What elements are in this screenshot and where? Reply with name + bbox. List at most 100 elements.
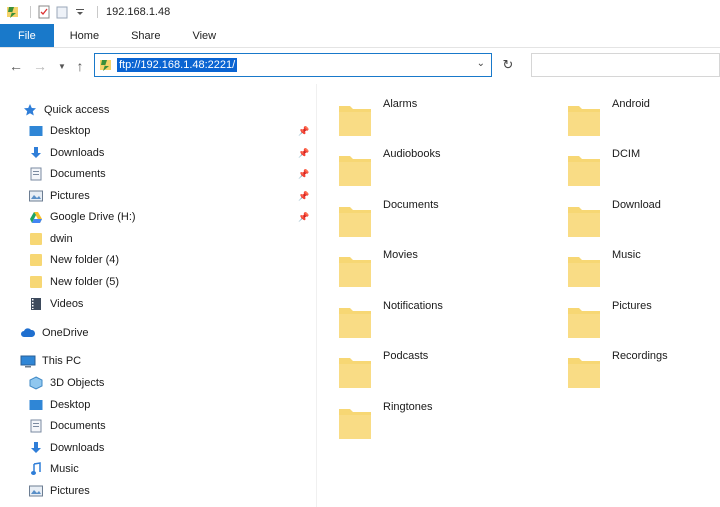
nav-onedrive[interactable]: OneDrive	[20, 323, 88, 343]
folder-name: Documents	[383, 199, 439, 211]
nav-label: Downloads	[50, 442, 105, 454]
window-title: 192.168.1.48	[106, 6, 171, 18]
pin-icon[interactable]: 📌	[298, 169, 309, 180]
address-path[interactable]: ftp://192.168.1.48:2221/	[117, 58, 238, 72]
nav-qa-desktop[interactable]: Desktop	[28, 121, 90, 141]
folder-name: Podcasts	[383, 350, 429, 362]
navigation-pane: Quick access Desktop 📌 Downloads 📌 Docum…	[0, 92, 316, 507]
folder-name: Recordings	[612, 350, 668, 362]
folder-item[interactable]: Movies	[337, 243, 418, 287]
properties-icon[interactable]	[37, 5, 51, 19]
nav-label: Downloads	[50, 147, 105, 159]
folder-icon	[339, 308, 371, 338]
folder-icon	[568, 156, 600, 186]
folder-name: Download	[612, 199, 661, 211]
folder-icon	[568, 207, 600, 237]
downloads-icon	[28, 440, 44, 456]
folder-item[interactable]: Notifications	[337, 294, 443, 338]
folder-item[interactable]: Music	[566, 243, 641, 287]
tab-view[interactable]: View	[174, 24, 230, 47]
folder-name: Ringtones	[383, 401, 433, 413]
nav-pc-pictures[interactable]: Pictures	[28, 481, 90, 501]
pin-icon[interactable]: 📌	[298, 148, 309, 159]
address-bar[interactable]: ftp://192.168.1.48:2221/ ⌄	[94, 53, 492, 77]
nav-label: Documents	[50, 168, 106, 180]
nav-qa-google-drive[interactable]: Google Drive (H:)	[28, 207, 136, 227]
nav-label: New folder (4)	[50, 254, 120, 266]
refresh-button[interactable]: ↻	[496, 53, 520, 77]
folder-item[interactable]: Documents	[337, 193, 439, 237]
tab-share[interactable]: Share	[113, 24, 174, 47]
nav-pc-3d-objects[interactable]: 3D Objects	[28, 373, 104, 393]
folder-icon	[568, 257, 600, 287]
forward-button[interactable]: →	[30, 56, 50, 76]
nav-pc-music[interactable]: Music	[28, 459, 79, 479]
folder-icon	[28, 231, 44, 247]
folder-icon	[339, 207, 371, 237]
tab-file[interactable]: File	[0, 24, 54, 47]
nav-qa-new-folder-5[interactable]: New folder (5)	[28, 272, 119, 292]
pane-divider[interactable]	[316, 84, 317, 507]
recent-locations-dropdown[interactable]: ▼	[52, 56, 72, 76]
title-separator	[30, 6, 31, 18]
pictures-icon	[28, 483, 44, 499]
nav-label: Pictures	[50, 485, 90, 497]
folder-item[interactable]: Audiobooks	[337, 142, 441, 186]
nav-qa-downloads[interactable]: Downloads	[28, 143, 104, 163]
file-list: Alarms Audiobooks Documents Movies Notif…	[320, 84, 720, 507]
nav-pc-downloads[interactable]: Downloads	[28, 438, 104, 458]
nav-label: Desktop	[50, 125, 91, 137]
customize-toolbar-dropdown-icon[interactable]	[73, 5, 87, 19]
up-button[interactable]: ↑	[70, 56, 90, 76]
desktop-icon	[28, 397, 44, 413]
folder-icon	[28, 252, 44, 268]
folder-icon	[339, 257, 371, 287]
quick-access-star-icon	[22, 102, 38, 118]
pin-icon[interactable]: 📌	[298, 126, 309, 137]
address-row: ← → ▼ ↑ ftp://192.168.1.48:2221/ ⌄ ↻	[0, 48, 720, 84]
folder-item[interactable]: Pictures	[566, 294, 652, 338]
nav-pc-documents[interactable]: Documents	[28, 416, 106, 436]
nav-pc-desktop[interactable]: Desktop	[28, 395, 90, 415]
folder-icon	[568, 358, 600, 388]
folder-name: Notifications	[383, 300, 443, 312]
folder-icon	[568, 106, 600, 136]
folder-name: Audiobooks	[383, 148, 441, 160]
title-bar: 192.168.1.48	[0, 0, 720, 24]
folder-item[interactable]: Recordings	[566, 344, 668, 388]
folder-name: Android	[612, 98, 650, 110]
nav-quick-access[interactable]: Quick access	[22, 100, 109, 120]
folder-item[interactable]: Podcasts	[337, 344, 428, 388]
nav-qa-videos[interactable]: Videos	[28, 294, 83, 314]
nav-qa-documents[interactable]: Documents	[28, 164, 106, 184]
nav-this-pc[interactable]: This PC	[20, 351, 81, 371]
new-folder-icon[interactable]	[55, 5, 69, 19]
documents-icon	[28, 166, 44, 182]
music-icon	[28, 461, 44, 477]
folder-name: Pictures	[612, 300, 652, 312]
folder-item[interactable]: Ringtones	[337, 395, 433, 439]
ribbon-tabs: File Home Share View	[0, 24, 720, 48]
folder-item[interactable]: DCIM	[566, 142, 640, 186]
nav-label: dwin	[50, 233, 73, 245]
tab-home[interactable]: Home	[54, 24, 113, 47]
folder-icon	[28, 274, 44, 290]
search-input[interactable]	[531, 53, 720, 77]
back-button[interactable]: ←	[6, 56, 26, 76]
nav-label: 3D Objects	[50, 377, 105, 389]
nav-label: Desktop	[50, 399, 91, 411]
downloads-icon	[28, 145, 44, 161]
address-dropdown-icon[interactable]: ⌄	[477, 58, 485, 69]
pin-icon[interactable]: 📌	[298, 212, 309, 223]
folder-name: Music	[612, 249, 641, 261]
pin-icon[interactable]: 📌	[298, 191, 309, 202]
folder-icon	[339, 409, 371, 439]
nav-label: Documents	[50, 420, 106, 432]
folder-item[interactable]: Alarms	[337, 92, 417, 136]
folder-item[interactable]: Android	[566, 92, 650, 136]
nav-qa-new-folder-4[interactable]: New folder (4)	[28, 250, 119, 270]
nav-qa-pictures[interactable]: Pictures	[28, 186, 90, 206]
nav-qa-dwin[interactable]: dwin	[28, 229, 73, 249]
folder-item[interactable]: Download	[566, 193, 661, 237]
folder-icon	[339, 106, 371, 136]
